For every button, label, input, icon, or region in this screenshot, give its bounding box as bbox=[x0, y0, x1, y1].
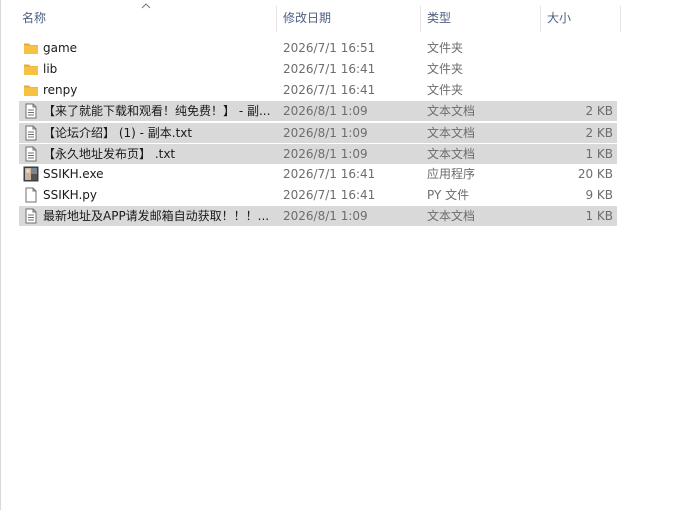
file-date: 2026/7/1 16:41 bbox=[283, 188, 376, 202]
file-name: 最新地址及APP请发邮箱自动获取！！！... bbox=[43, 209, 270, 223]
file-size: 1 KB bbox=[585, 209, 613, 223]
text-file-icon bbox=[23, 125, 39, 141]
column-divider[interactable] bbox=[420, 6, 421, 32]
file-size bbox=[539, 59, 613, 79]
file-size bbox=[539, 80, 613, 100]
file-date: 2026/8/1 1:09 bbox=[283, 126, 368, 140]
file-row[interactable]: 【永久地址发布页】 .txt 2026/8/1 1:09 文本文档 1 KB bbox=[19, 143, 617, 164]
folder-icon bbox=[23, 61, 39, 77]
file-size: 1 KB bbox=[585, 147, 613, 161]
file-row[interactable]: SSIKH.py 2026/7/1 16:41 PY 文件 9 KB bbox=[19, 185, 617, 205]
file-date: 2026/7/1 16:41 bbox=[283, 83, 376, 97]
file-date: 2026/8/1 1:09 bbox=[283, 209, 368, 223]
file-name: 【来了就能下载和观看！纯免费！】 - 副... bbox=[43, 104, 271, 118]
text-file-icon bbox=[23, 208, 39, 224]
text-file-icon bbox=[23, 103, 39, 119]
file-row[interactable]: game 2026/7/1 16:51 文件夹 bbox=[19, 38, 617, 58]
text-file-icon bbox=[23, 146, 39, 162]
file-name: 【永久地址发布页】 .txt bbox=[43, 147, 176, 161]
column-divider[interactable] bbox=[276, 6, 277, 32]
file-row[interactable]: 【来了就能下载和观看！纯免费！】 - 副... 2026/8/1 1:09 文本文档… bbox=[19, 101, 617, 121]
file-size: 20 KB bbox=[577, 167, 613, 181]
file-size bbox=[539, 38, 613, 58]
file-row[interactable]: 最新地址及APP请发邮箱自动获取！！！... 2026/8/1 1:09 文本文档 1… bbox=[19, 206, 617, 226]
file-date: 2026/7/1 16:41 bbox=[283, 62, 376, 76]
column-header-size[interactable]: 大小 bbox=[547, 0, 617, 36]
window-left-edge bbox=[0, 0, 1, 510]
file-type: 文本文档 bbox=[427, 104, 476, 118]
file-name: game bbox=[43, 41, 78, 55]
column-header-type[interactable]: 类型 bbox=[427, 0, 537, 36]
file-name: SSIKH.exe bbox=[43, 167, 104, 181]
file-date: 2026/7/1 16:51 bbox=[283, 41, 376, 55]
file-name: 【论坛介绍】 (1) - 副本.txt bbox=[43, 126, 193, 140]
file-name: renpy bbox=[43, 83, 78, 97]
folder-icon bbox=[23, 82, 39, 98]
file-type: 应用程序 bbox=[427, 167, 476, 181]
column-divider[interactable] bbox=[540, 6, 541, 32]
file-type: PY 文件 bbox=[427, 188, 470, 202]
file-name: lib bbox=[43, 62, 58, 76]
file-date: 2026/7/1 16:41 bbox=[283, 167, 376, 181]
generic-file-icon bbox=[23, 187, 39, 203]
file-type: 文件夹 bbox=[427, 41, 464, 55]
file-size: 2 KB bbox=[585, 126, 613, 140]
exe-app-icon bbox=[23, 166, 39, 182]
column-header-date[interactable]: 修改日期 bbox=[283, 0, 413, 36]
file-type: 文本文档 bbox=[427, 209, 476, 223]
file-type: 文本文档 bbox=[427, 147, 476, 161]
column-header-name[interactable]: 名称 bbox=[22, 0, 272, 36]
file-row[interactable]: SSIKH.exe 2026/7/1 16:41 应用程序 20 KB bbox=[19, 164, 617, 184]
file-type: 文件夹 bbox=[427, 62, 464, 76]
file-type: 文本文档 bbox=[427, 126, 476, 140]
file-date: 2026/8/1 1:09 bbox=[283, 104, 368, 118]
file-size: 2 KB bbox=[585, 104, 613, 118]
column-divider[interactable] bbox=[620, 6, 621, 32]
column-header-bar: 名称 修改日期 类型 大小 bbox=[0, 0, 692, 36]
file-name: SSIKH.py bbox=[43, 188, 97, 202]
file-date: 2026/8/1 1:09 bbox=[283, 147, 368, 161]
file-row[interactable]: renpy 2026/7/1 16:41 文件夹 bbox=[19, 80, 617, 100]
file-type: 文件夹 bbox=[427, 83, 464, 97]
file-row[interactable]: 【论坛介绍】 (1) - 副本.txt 2026/8/1 1:09 文本文档 2 KB bbox=[19, 122, 617, 143]
file-size: 9 KB bbox=[585, 188, 613, 202]
folder-icon bbox=[23, 40, 39, 56]
file-row[interactable]: lib 2026/7/1 16:41 文件夹 bbox=[19, 59, 617, 79]
